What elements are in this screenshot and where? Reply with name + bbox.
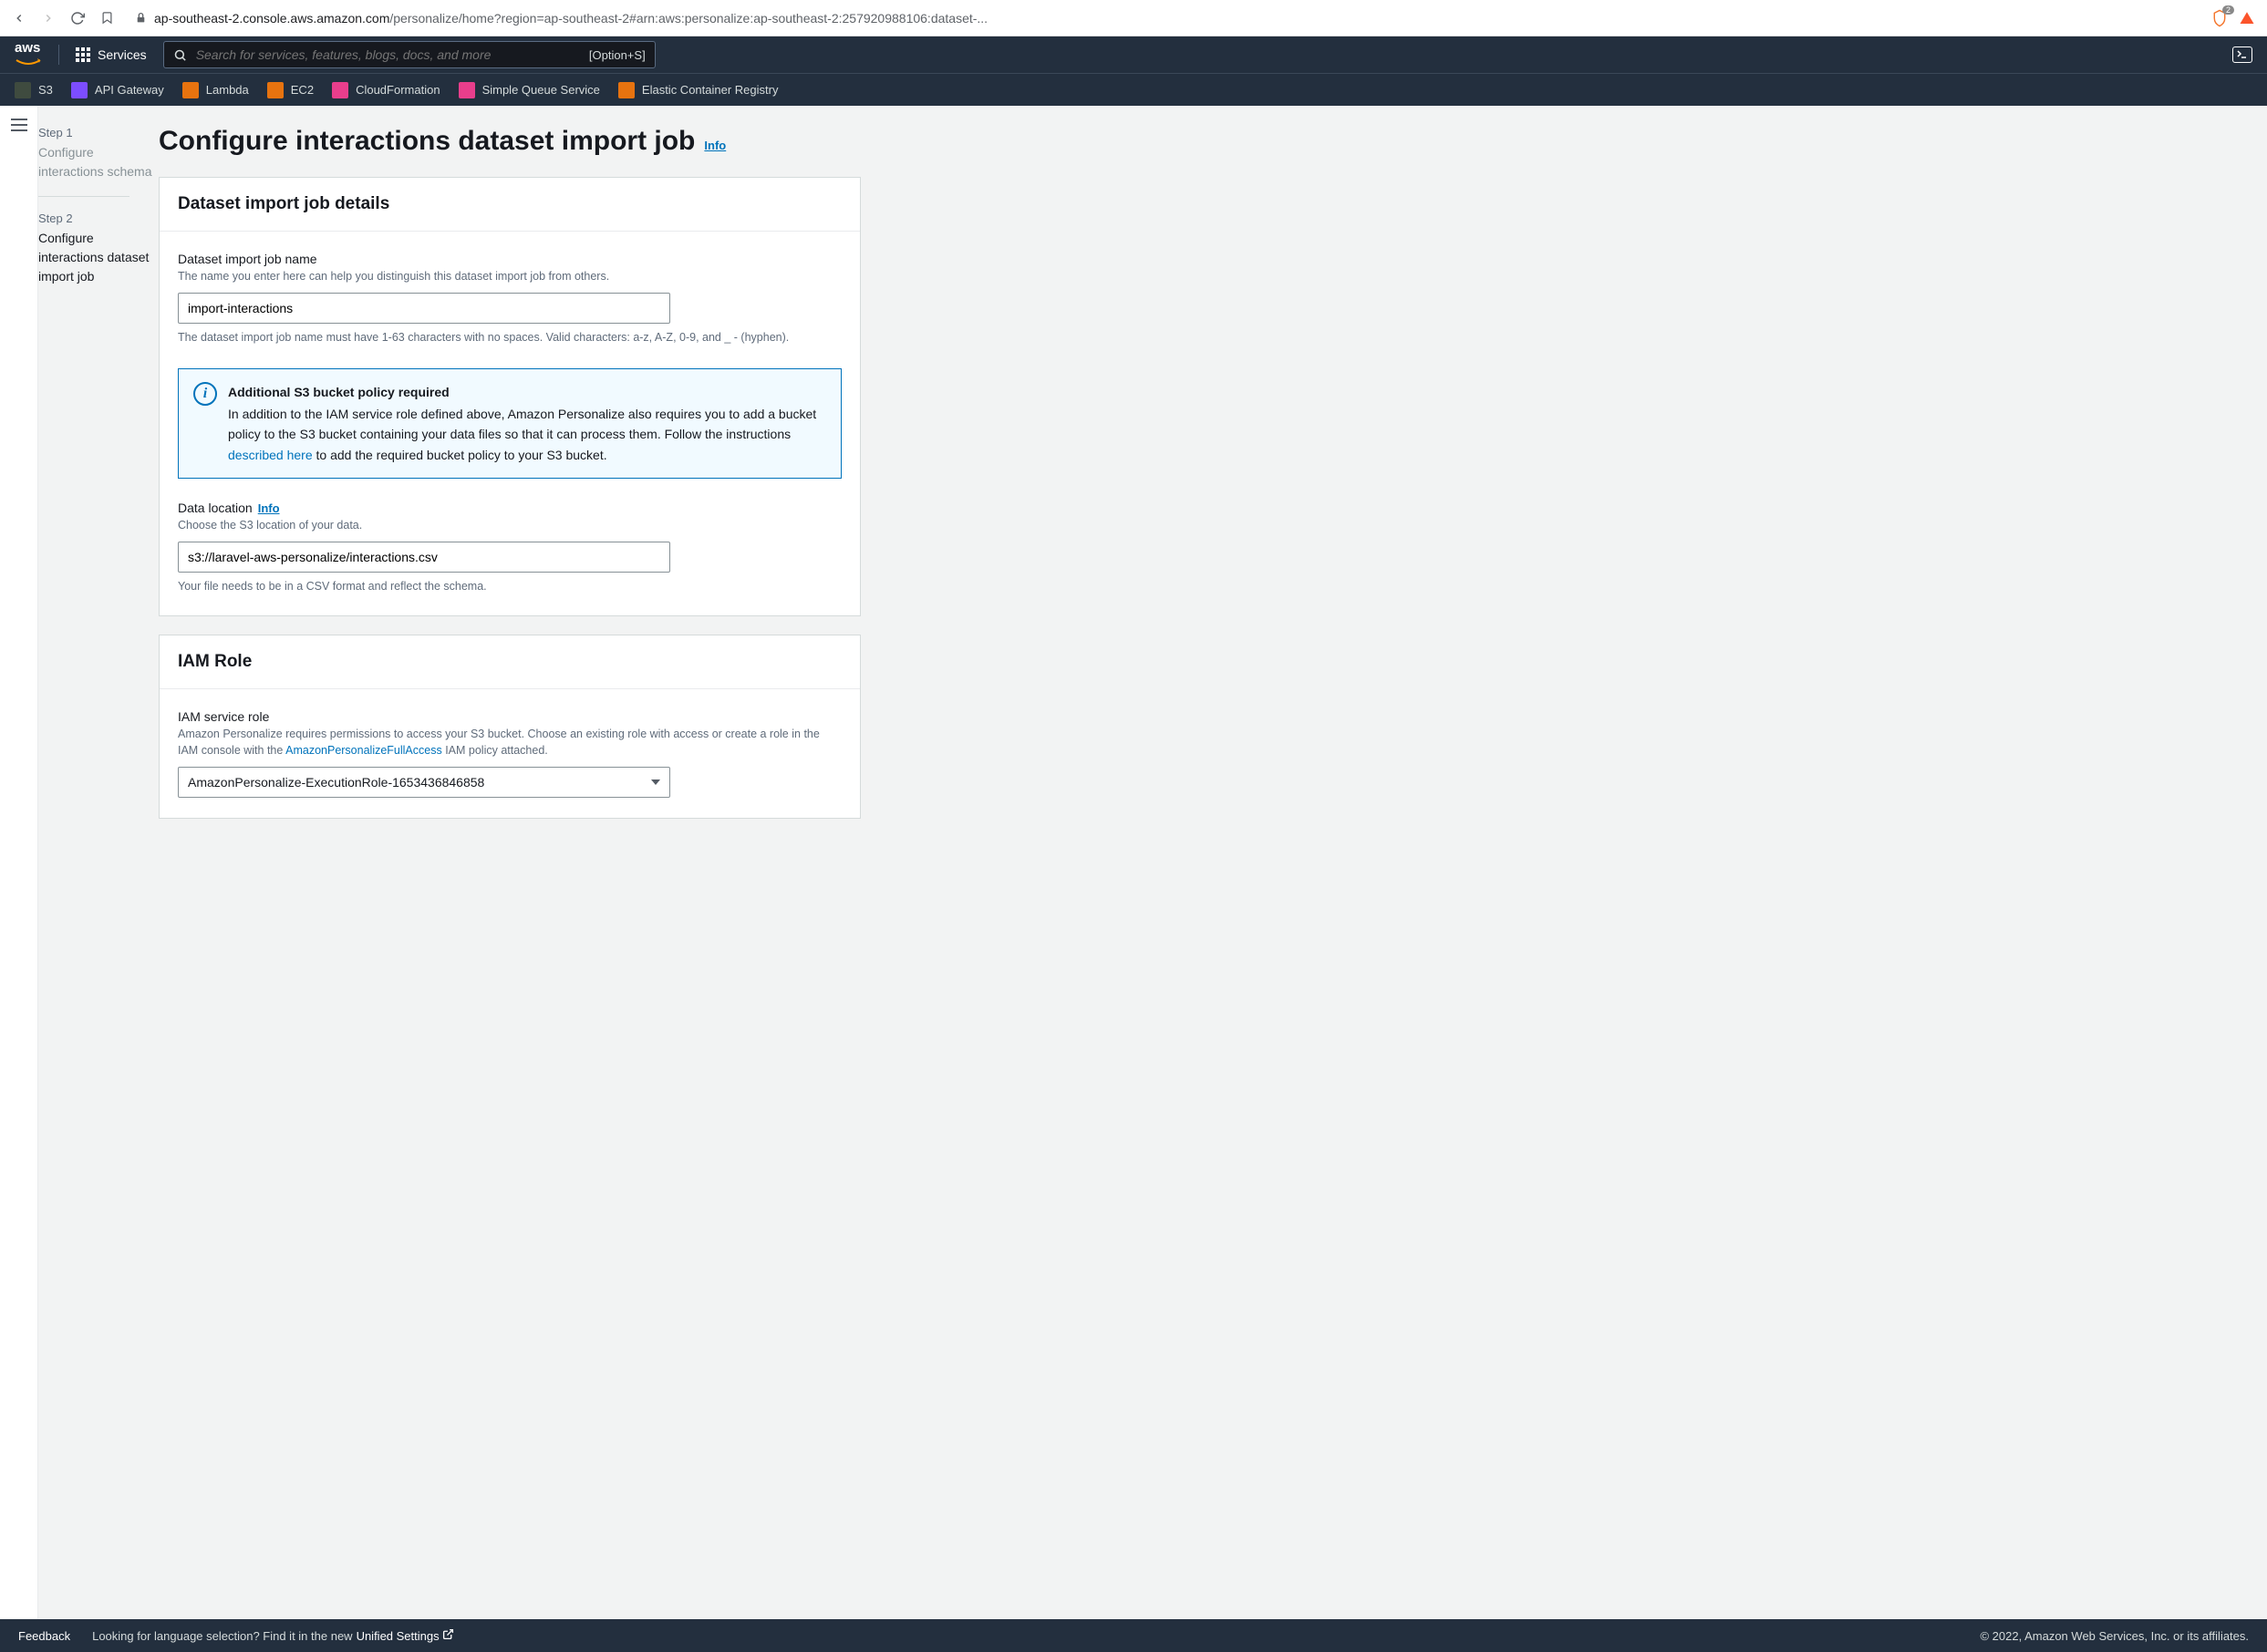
shortcut-s3[interactable]: S3 [15,82,53,98]
described-here-link[interactable]: described here [228,448,313,462]
search-box[interactable]: [Option+S] [163,41,656,68]
back-button[interactable] [11,10,27,26]
job-name-group: Dataset import job name The name you ent… [178,252,842,346]
alert-body: In addition to the IAM service role defi… [228,404,826,465]
aws-topnav: aws Services [Option+S] [0,36,2267,73]
policy-link[interactable]: AmazonPersonalizeFullAccess [285,744,442,757]
dataset-import-panel: Dataset import job details Dataset impor… [159,177,861,616]
step-number: Step 2 [38,212,159,225]
step-1[interactable]: Step 1 Configure interactions schema [38,126,159,196]
brave-shields-icon[interactable]: 2 [2210,9,2229,27]
data-location-desc: Choose the S3 location of your data. [178,517,842,534]
data-location-label: Data location [178,501,253,515]
data-location-input[interactable] [178,542,670,573]
info-icon: i [193,382,217,406]
lock-icon [135,12,147,24]
shortcut-label: API Gateway [95,83,164,97]
main-content: Configure interactions dataset import jo… [159,106,861,1619]
service-icon [332,82,348,98]
url-text: ap-southeast-2.console.aws.amazon.com/pe… [154,11,2190,26]
services-label: Services [98,47,147,62]
shortcuts-bar: S3 API Gateway Lambda EC2 CloudFormation Simp… [0,73,2267,106]
aws-logo[interactable]: aws [15,40,42,70]
shortcut-cloudformation[interactable]: CloudFormation [332,82,440,98]
info-link[interactable]: Info [704,139,726,152]
aws-smile-icon [15,58,42,67]
page-title: Configure interactions dataset import jo… [159,126,695,157]
service-icon [459,82,475,98]
shortcut-label: Lambda [206,83,249,97]
step-title: Configure interactions dataset import jo… [38,229,159,286]
shortcut-simple-queue-service[interactable]: Simple Queue Service [459,82,600,98]
shortcut-lambda[interactable]: Lambda [182,82,249,98]
grid-icon [76,47,90,62]
job-name-label: Dataset import job name [178,252,842,266]
service-icon [71,82,88,98]
iam-role-select[interactable]: AmazonPersonalize-ExecutionRole-16534368… [178,767,670,798]
step-nav: Step 1 Configure interactions schema Ste… [38,106,159,1619]
job-name-input[interactable] [178,293,670,324]
services-button[interactable]: Services [76,47,147,62]
service-icon [618,82,635,98]
browser-chrome: ap-southeast-2.console.aws.amazon.com/pe… [0,0,2267,36]
shortcut-ec2[interactable]: EC2 [267,82,314,98]
left-rail [0,106,38,1619]
shortcut-elastic-container-registry[interactable]: Elastic Container Registry [618,82,779,98]
iam-role-label: IAM service role [178,709,842,724]
iam-role-group: IAM service role Amazon Personalize requ… [178,709,842,799]
copyright: © 2022, Amazon Web Services, Inc. or its… [1980,1629,2249,1643]
forward-button[interactable] [40,10,57,26]
data-location-group: Data location Info Choose the S3 locatio… [178,501,842,595]
search-input[interactable] [196,47,580,62]
iam-role-panel: IAM Role IAM service role Amazon Persona… [159,635,861,820]
language-notice: Looking for language selection? Find it … [92,1628,454,1643]
unified-settings-link[interactable]: Unified Settings [357,1628,455,1643]
job-name-constraint: The dataset import job name must have 1-… [178,329,842,346]
divider [58,45,59,65]
iam-role-desc: Amazon Personalize requires permissions … [178,726,842,760]
feedback-link[interactable]: Feedback [18,1629,70,1643]
iam-role-value: AmazonPersonalize-ExecutionRole-16534368… [178,767,670,798]
service-icon [267,82,284,98]
panel-title: Dataset import job details [178,194,842,214]
cloudshell-button[interactable] [2232,46,2252,63]
s3-policy-alert: i Additional S3 bucket policy required I… [178,368,842,480]
search-hint: [Option+S] [589,48,646,62]
sidebar-toggle[interactable] [11,119,27,131]
shortcut-label: CloudFormation [356,83,440,97]
browser-extensions: 2 [2210,9,2256,27]
panel-title: IAM Role [178,652,842,672]
brave-logo-icon[interactable] [2238,9,2256,27]
shortcut-label: Elastic Container Registry [642,83,779,97]
data-location-info-link[interactable]: Info [258,501,280,515]
service-icon [182,82,199,98]
service-icon [15,82,31,98]
external-link-icon [442,1628,454,1640]
step-2: Step 2 Configure interactions dataset im… [38,212,159,301]
data-location-constraint: Your file needs to be in a CSV format an… [178,578,842,595]
shortcut-label: EC2 [291,83,314,97]
shortcut-label: S3 [38,83,53,97]
panel-header: Dataset import job details [160,178,860,232]
footer: Feedback Looking for language selection?… [0,1619,2267,1652]
job-name-desc: The name you enter here can help you dis… [178,268,842,285]
step-title: Configure interactions schema [38,143,159,181]
search-icon [173,48,187,62]
shields-badge: 2 [2222,5,2234,15]
divider [38,196,129,197]
panel-header: IAM Role [160,635,860,689]
shortcut-api-gateway[interactable]: API Gateway [71,82,164,98]
shortcut-label: Simple Queue Service [482,83,600,97]
bookmark-button[interactable] [98,10,115,26]
url-bar[interactable]: ap-southeast-2.console.aws.amazon.com/pe… [128,11,2198,26]
page-heading: Configure interactions dataset import jo… [159,126,861,157]
reload-button[interactable] [69,10,86,26]
step-number: Step 1 [38,126,159,139]
alert-title: Additional S3 bucket policy required [228,382,826,402]
